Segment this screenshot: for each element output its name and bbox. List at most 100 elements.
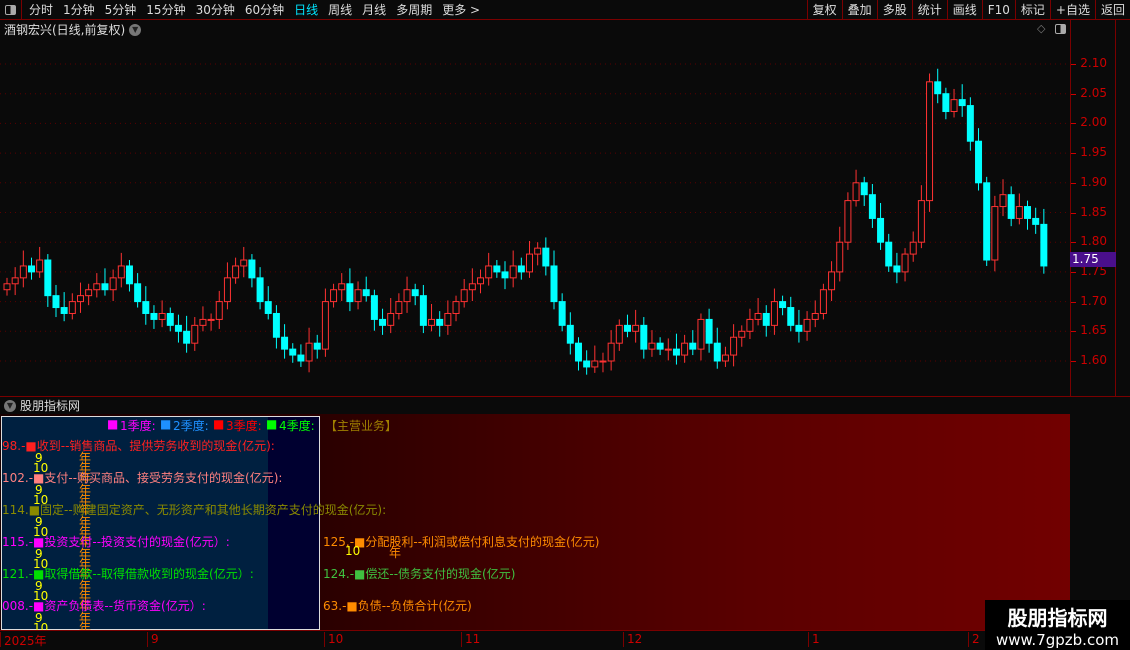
candle-body xyxy=(223,277,231,303)
candle-body xyxy=(370,295,378,320)
candle-body xyxy=(844,200,852,243)
chevron-down-icon[interactable]: ▼ xyxy=(129,23,142,36)
period-tab[interactable]: 日线 xyxy=(289,1,323,18)
candle-body xyxy=(738,330,746,338)
year-label: 年 xyxy=(389,546,402,560)
candle-body xyxy=(517,265,525,273)
candle-body xyxy=(395,301,403,314)
candle-body xyxy=(240,259,248,267)
period-tab[interactable]: 周线 xyxy=(323,1,357,18)
candle-body xyxy=(999,194,1007,208)
tick-mark xyxy=(1071,64,1076,65)
candle-body xyxy=(770,301,778,326)
candle-body xyxy=(852,182,860,202)
legend-swatch: ■ xyxy=(213,417,225,431)
period-tab[interactable]: 30分钟 xyxy=(191,1,240,18)
candle-body xyxy=(730,336,738,356)
tick-mark xyxy=(1071,182,1076,184)
toolbar-button[interactable]: 多股 xyxy=(876,0,912,20)
tick-mark xyxy=(1071,361,1076,362)
candle-body xyxy=(158,312,166,320)
date-label: 2025年 xyxy=(0,632,47,648)
period-tab[interactable]: 月线 xyxy=(357,1,391,18)
candle-body xyxy=(983,182,991,261)
candle-body xyxy=(150,312,158,320)
period-tab[interactable]: 分时 xyxy=(24,1,58,18)
date-label: 11 xyxy=(461,632,480,647)
candle-body xyxy=(93,283,101,291)
candle-body xyxy=(207,318,215,321)
panel-toggle-button[interactable] xyxy=(0,0,22,20)
legend-label: 3季度: xyxy=(226,419,262,433)
candle-body xyxy=(460,289,468,303)
candle-body xyxy=(975,140,983,184)
candle-body xyxy=(836,241,844,273)
candlestick-chart[interactable] xyxy=(0,38,1070,396)
period-tab[interactable]: 多周期 xyxy=(391,1,437,18)
candle-body xyxy=(134,283,142,303)
candle-body xyxy=(232,265,240,279)
date-label: 9 xyxy=(147,632,159,647)
candle-body xyxy=(1007,194,1015,219)
candle-body xyxy=(672,348,680,356)
candle-body xyxy=(591,360,599,368)
candle-body xyxy=(583,360,591,368)
candle-body xyxy=(942,93,950,113)
candle-body xyxy=(991,206,999,261)
chevron-down-icon[interactable]: ▼ xyxy=(4,399,16,412)
toolbar-button[interactable]: F10 xyxy=(981,0,1015,20)
candle-body xyxy=(101,283,109,291)
candle-body xyxy=(76,295,84,303)
period-tab[interactable]: 60分钟 xyxy=(240,1,289,18)
toolbar-button[interactable]: 返回 xyxy=(1094,0,1130,20)
period-tab[interactable]: 1分钟 xyxy=(58,1,100,18)
candle-body xyxy=(754,312,762,320)
candle-body xyxy=(477,277,485,285)
period-tab[interactable]: 5分钟 xyxy=(100,1,142,18)
toolbar-button[interactable]: +自选 xyxy=(1049,0,1095,20)
month-label: 10 xyxy=(345,544,361,558)
date-label: 1 xyxy=(808,632,820,647)
candle-body xyxy=(877,217,885,243)
candle-body xyxy=(860,182,868,196)
toolbar-button[interactable]: 叠加 xyxy=(841,0,877,20)
candle-body xyxy=(387,312,395,326)
layout-toggle-icon[interactable] xyxy=(1055,24,1066,34)
candle-body xyxy=(811,312,819,320)
period-tab[interactable]: 15分钟 xyxy=(141,1,190,18)
candle-body xyxy=(85,289,93,297)
candle-body xyxy=(909,241,917,255)
candle-body xyxy=(762,312,770,326)
candle-body xyxy=(199,318,207,326)
candle-body xyxy=(648,342,656,350)
candle-body xyxy=(52,295,60,309)
candle-body xyxy=(901,253,909,273)
diamond-icon[interactable]: ◇ xyxy=(1037,22,1045,35)
date-label: 2 xyxy=(968,632,980,647)
toolbar-button[interactable]: 标记 xyxy=(1014,0,1050,20)
candle-body xyxy=(174,324,182,332)
candle-body xyxy=(68,301,76,314)
panel-toggle-icon xyxy=(5,4,16,15)
candle-body xyxy=(411,289,419,297)
price-tick: 1.90 xyxy=(1080,174,1107,189)
candle-body xyxy=(599,360,607,363)
toolbar-button[interactable]: 统计 xyxy=(911,0,947,20)
indicator-item: 102.-■支付--购买商品、接受劳务支付的现金(亿元): xyxy=(2,471,283,485)
candle-body xyxy=(885,241,893,267)
period-tab[interactable]: 更多 > xyxy=(437,1,485,18)
candle-body xyxy=(272,312,280,338)
stock-title: 酒钢宏兴(日线,前复权) ▼ xyxy=(4,21,142,38)
candle-body xyxy=(1040,223,1048,267)
indicator-item: 114.■固定--购建固定资产、无形资产和其他长期资产支付的现金(亿元): xyxy=(2,503,387,517)
candle-body xyxy=(787,307,795,326)
candle-body xyxy=(664,348,672,351)
toolbar-button[interactable]: 画线 xyxy=(946,0,982,20)
candle-body xyxy=(436,318,444,326)
candle-body xyxy=(264,301,272,314)
candle-body xyxy=(330,289,338,303)
candle-body xyxy=(3,283,11,291)
tick-mark xyxy=(1071,153,1076,155)
candle-body xyxy=(623,324,631,332)
toolbar-button[interactable]: 复权 xyxy=(806,0,842,20)
